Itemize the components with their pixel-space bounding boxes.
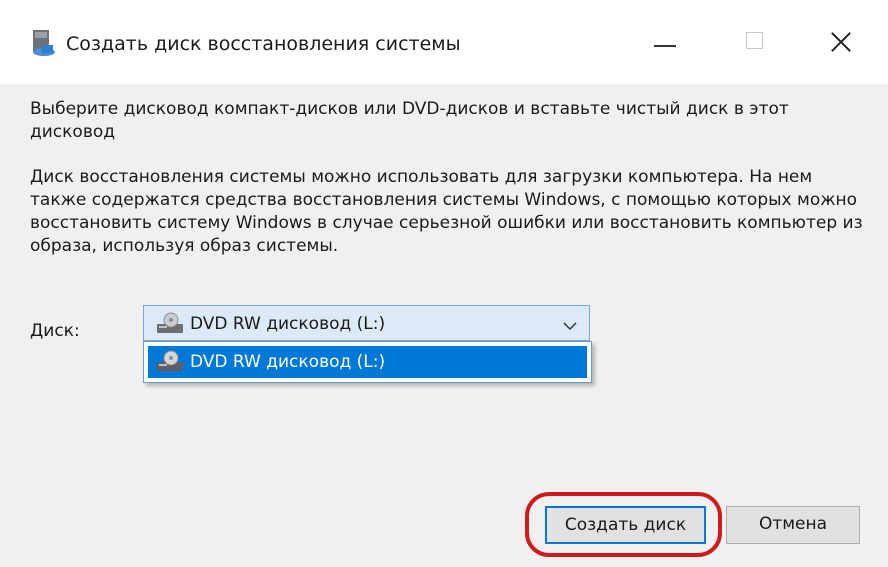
disk-label: Диск: (30, 321, 80, 341)
disk-select[interactable]: DVD RW дисковод (L:) (143, 305, 590, 341)
disk-dropdown-list: DVD RW дисковод (L:) (143, 341, 592, 383)
recovery-disk-icon (30, 28, 58, 58)
close-button[interactable] (818, 22, 868, 62)
selected-drive: DVD RW дисковод (L:) (190, 314, 386, 334)
minimize-button[interactable] (640, 22, 690, 62)
dialog-body: Выберите дисковод компакт-дисков или DVD… (0, 84, 888, 567)
window-title: Создать диск восстановления системы (66, 33, 461, 55)
description-text: Диск восстановления системы можно исполь… (30, 167, 863, 256)
dropdown-option-label: DVD RW дисковод (L:) (190, 352, 386, 372)
title-bar: Создать диск восстановления системы (0, 0, 888, 84)
maximize-button[interactable] (730, 22, 780, 62)
chevron-down-icon[interactable] (563, 316, 577, 335)
highlight-annotation (525, 492, 722, 557)
dvd-drive-icon (156, 312, 184, 338)
instruction-text: Выберите дисковод компакт-дисков или DVD… (30, 99, 789, 142)
dialog-window: Создать диск восстановления системы Выбе… (0, 0, 888, 567)
dropdown-option[interactable]: DVD RW дисковод (L:) (148, 346, 587, 378)
cancel-button[interactable]: Отмена (726, 506, 860, 544)
dvd-drive-icon (156, 350, 184, 376)
